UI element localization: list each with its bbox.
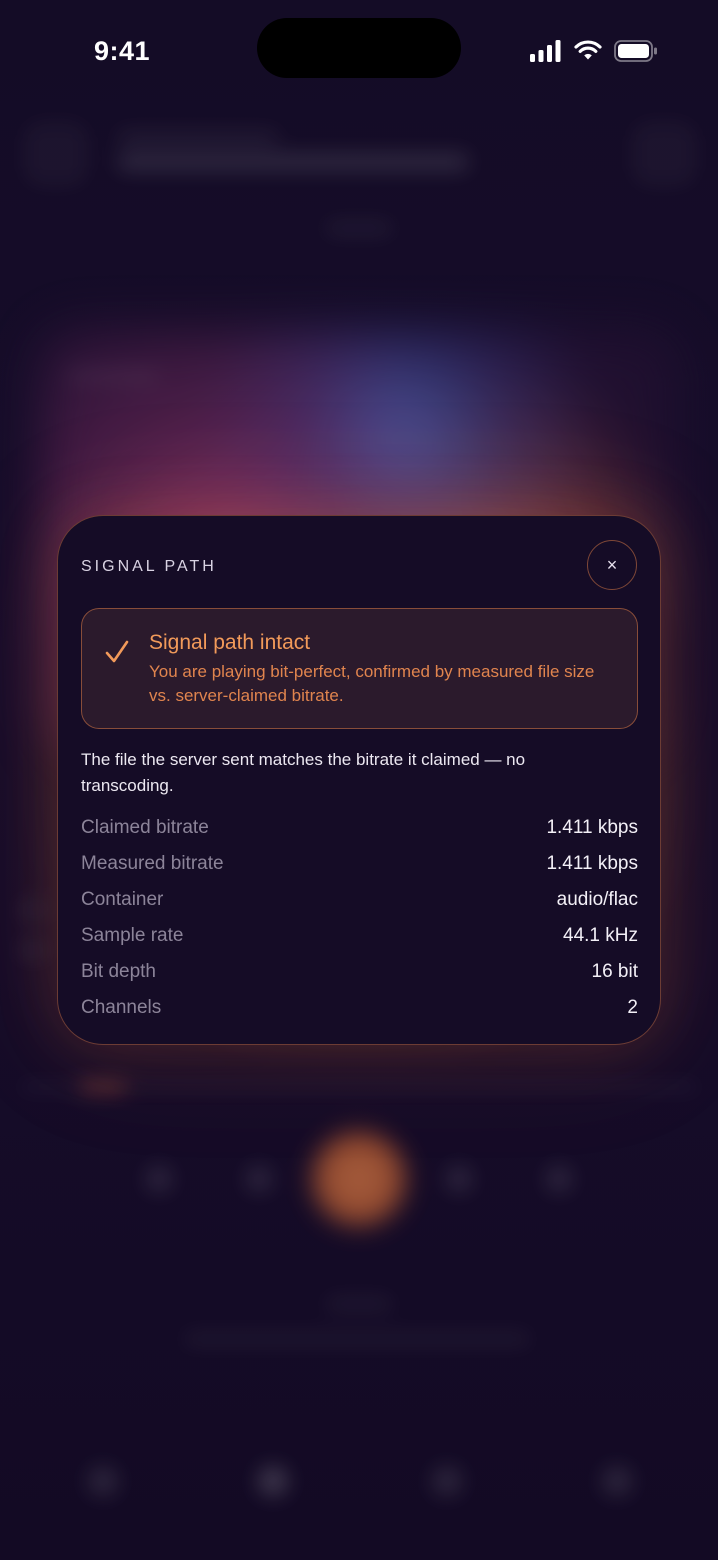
screen: 9:41 SIGNAL PATH × Signal path intact Yo…	[0, 0, 718, 1560]
metric-row-measured-bitrate: Measured bitrate 1.411 kbps	[81, 851, 638, 887]
background-side-text	[18, 900, 48, 920]
dynamic-island	[257, 18, 461, 78]
metric-row-channels: Channels 2	[81, 995, 638, 1031]
metric-row-container: Container audio/flac	[81, 887, 638, 923]
metric-label: Bit depth	[81, 961, 156, 982]
metric-label: Claimed bitrate	[81, 817, 209, 838]
close-button[interactable]: ×	[587, 540, 637, 590]
background-nav-home-icon	[88, 1466, 118, 1496]
metric-label: Measured bitrate	[81, 853, 224, 874]
status-time: 9:41	[94, 36, 151, 66]
metric-value: 16 bit	[591, 961, 638, 982]
metric-value: 1.411 kbps	[546, 817, 638, 838]
status-subtext: You are playing bit-perfect, confirmed b…	[149, 662, 595, 705]
metric-value: 1.411 kbps	[546, 853, 638, 874]
background-previous-icon	[246, 1166, 272, 1192]
metric-label: Container	[81, 889, 164, 910]
close-icon: ×	[606, 554, 618, 575]
background-progress-fill	[80, 1083, 126, 1091]
background-nav-library-icon	[432, 1466, 462, 1496]
metric-row-sample-rate: Sample rate 44.1 kHz	[81, 923, 638, 959]
background-track-title	[118, 154, 468, 170]
wifi-icon	[574, 40, 602, 60]
metrics-list: Claimed bitrate 1.411 kbps Measured bitr…	[81, 815, 638, 1031]
background-side-text	[18, 940, 48, 960]
check-icon	[105, 640, 129, 663]
background-track-subtitle	[118, 132, 278, 144]
signal-description: The file the server sent matches the bit…	[81, 750, 526, 795]
background-menu-button	[26, 124, 86, 184]
cellular-signal-icon	[530, 40, 561, 62]
metric-value: 2	[627, 997, 638, 1018]
metric-label: Sample rate	[81, 925, 184, 946]
background-quality-chips	[184, 1332, 530, 1346]
modal-title: SIGNAL PATH	[81, 558, 217, 575]
battery-icon	[614, 40, 657, 62]
background-quality-label	[326, 1298, 392, 1310]
background-repeat-icon	[546, 1166, 572, 1192]
background-next-icon	[446, 1166, 472, 1192]
metric-row-bit-depth: Bit depth 16 bit	[81, 959, 638, 995]
metric-value: 44.1 kHz	[563, 925, 638, 946]
metric-row-claimed-bitrate: Claimed bitrate 1.411 kbps	[81, 815, 638, 851]
background-shuffle-icon	[146, 1166, 172, 1192]
signal-path-modal: SIGNAL PATH × Signal path intact You are…	[57, 515, 661, 1045]
background-share-button	[634, 124, 694, 184]
metric-label: Channels	[81, 997, 162, 1018]
background-play-button	[312, 1132, 406, 1226]
background-source-label	[326, 222, 392, 234]
status-heading: Signal path intact	[149, 631, 311, 654]
signal-status-card: Signal path intact You are playing bit-p…	[81, 608, 638, 729]
background-nav-playing-icon	[258, 1466, 288, 1496]
metric-value: audio/flac	[556, 889, 638, 910]
status-bar: 9:41	[0, 0, 718, 100]
background-nav-settings-icon	[602, 1466, 632, 1496]
background-art-caption	[66, 370, 158, 382]
status-icons	[530, 40, 658, 62]
